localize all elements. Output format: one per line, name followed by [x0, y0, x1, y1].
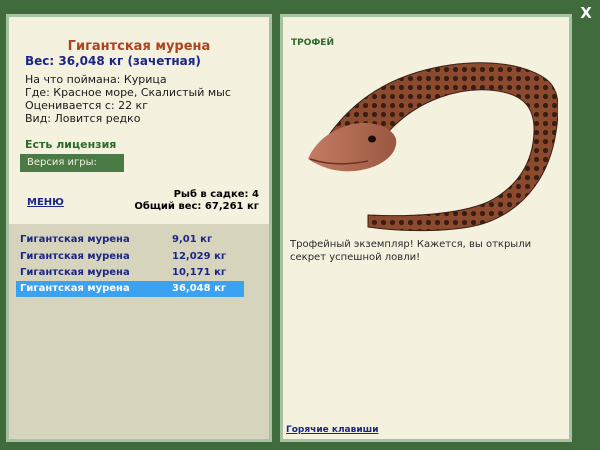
- fish-title: Гигантская мурена: [67, 39, 211, 54]
- trophy-message: Трофейный экземпляр! Кажется, вы открыли…: [290, 239, 532, 263]
- catch-name: Гигантская мурена: [20, 234, 130, 245]
- cage-total: Общий вес: 67,261 кг: [134, 201, 259, 212]
- catch-row[interactable]: Гигантская мурена 12,029 кг: [16, 249, 244, 265]
- fish-location: Где: Красное море, Скалистый мыс: [25, 86, 231, 99]
- fish-kind: Вид: Ловится редко: [25, 112, 141, 125]
- fish-weight: Вес: 36,048 кг (зачетная): [25, 54, 201, 68]
- close-icon[interactable]: X: [577, 4, 595, 22]
- catch-weight: 36,048 кг: [172, 283, 227, 294]
- game-version: Версия игры: 3.7.6: [20, 154, 124, 186]
- fish-value: Оценивается с: 22 кг: [25, 99, 148, 112]
- catch-name: Гигантская мурена: [20, 267, 130, 278]
- cage-count: Рыб в садке: 4: [173, 189, 259, 200]
- version-label: Версия игры:: [27, 157, 97, 168]
- license-status: Есть лицензия: [25, 138, 117, 151]
- hotkeys-link[interactable]: Горячие клавиши: [286, 425, 379, 435]
- fish-bait: На что поймана: Курица: [25, 73, 167, 86]
- catch-row-selected[interactable]: Гигантская мурена 36,048 кг: [16, 281, 244, 297]
- catch-row[interactable]: Гигантская мурена 9,01 кг: [16, 232, 244, 248]
- version-number: 3.7.6: [27, 175, 56, 186]
- catch-weight: 9,01 кг: [172, 234, 213, 245]
- catch-name: Гигантская мурена: [20, 251, 130, 262]
- catch-name: Гигантская мурена: [20, 283, 130, 294]
- catch-list: Гигантская мурена 9,01 кг Гигантская мур…: [9, 224, 269, 439]
- catch-weight: 12,029 кг: [172, 251, 227, 262]
- cage-summary: Рыб в садке: 4 Общий вес: 67,261 кг: [134, 189, 259, 213]
- moray-eel-image: [308, 62, 558, 232]
- catch-row[interactable]: Гигантская мурена 10,171 кг: [16, 265, 244, 281]
- menu-link[interactable]: МЕНЮ: [27, 197, 64, 208]
- fish-info-panel: Гигантская мурена Вес: 36,048 кг (зачетн…: [6, 14, 272, 442]
- trophy-panel: ТРОФЕЙ Трофейный экземпляр! Кажется, вы …: [280, 14, 572, 442]
- catch-weight: 10,171 кг: [172, 267, 227, 278]
- fish-details: Гигантская мурена Вес: 36,048 кг (зачетн…: [9, 17, 269, 224]
